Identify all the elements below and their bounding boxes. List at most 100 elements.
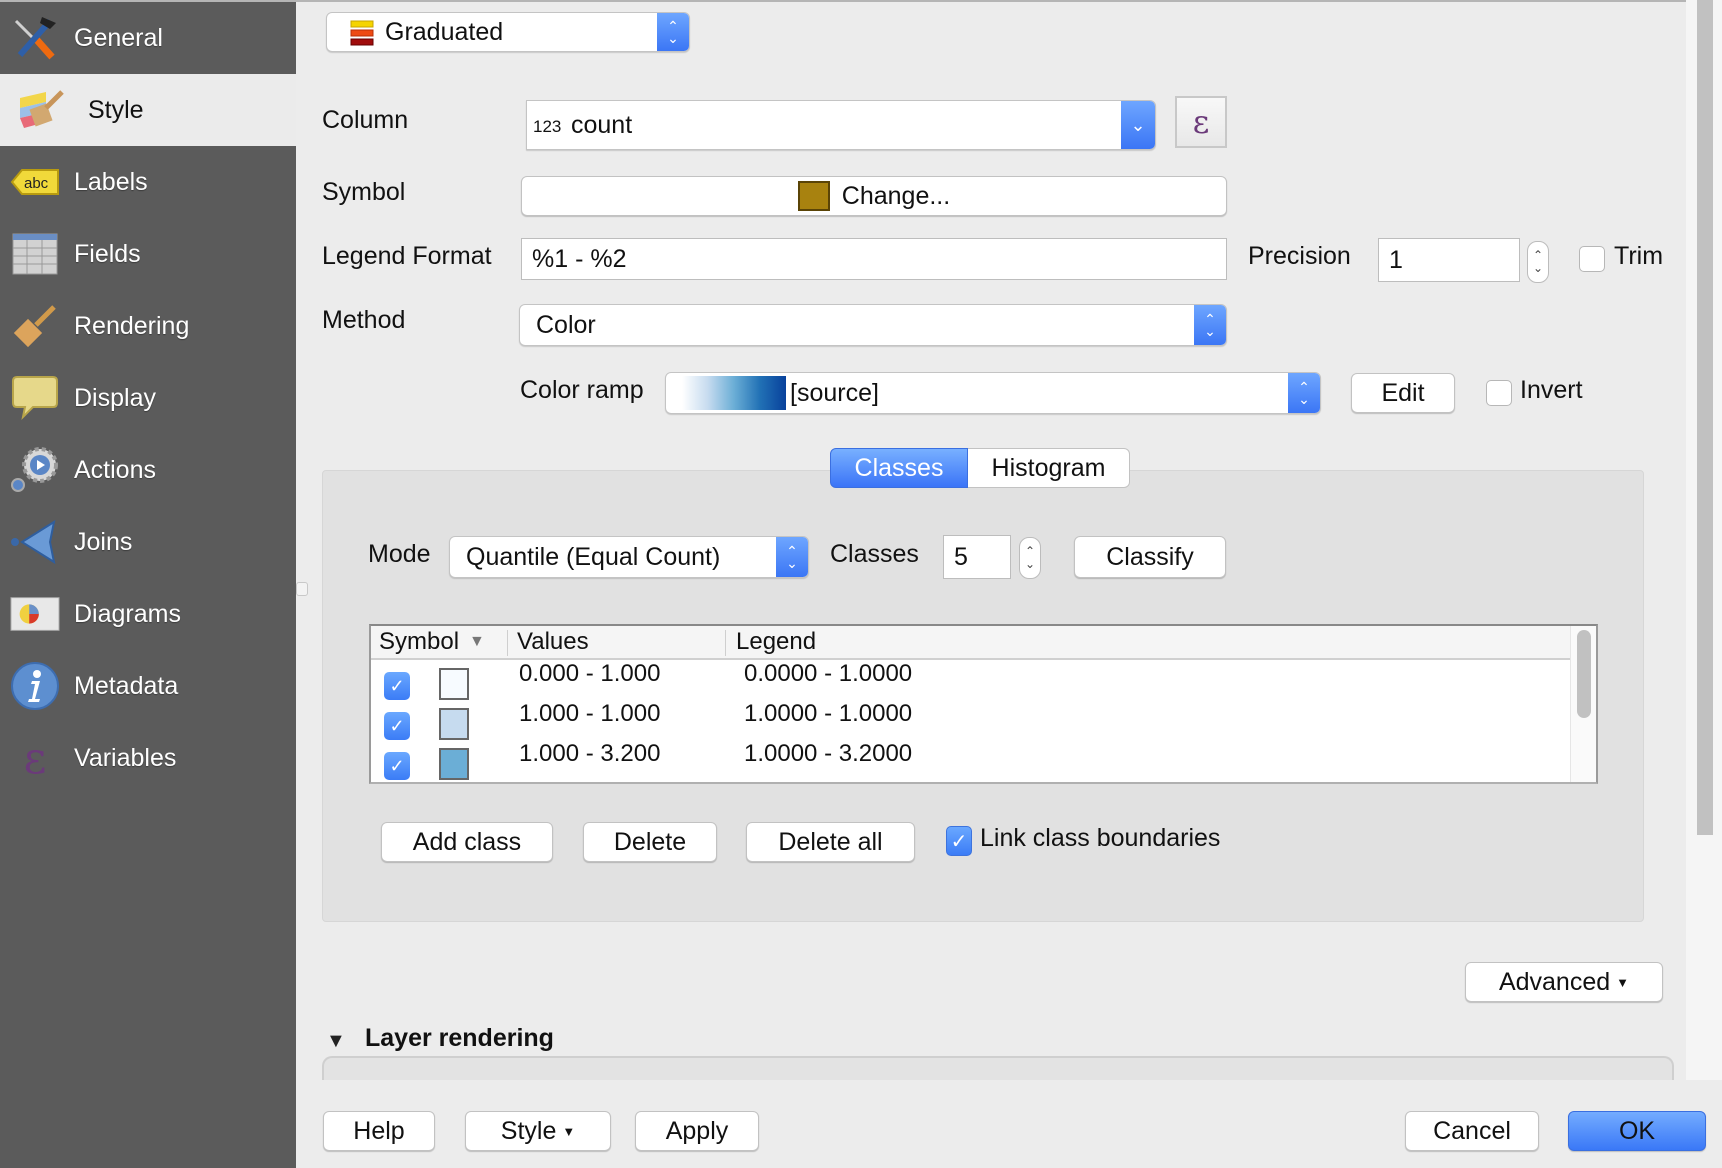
color-ramp-value: [source] bbox=[790, 378, 879, 407]
sidebar-item-fields[interactable]: Fields bbox=[0, 218, 296, 290]
class-legend[interactable]: 1.0000 - 3.2000 bbox=[744, 740, 912, 768]
column-header-symbol[interactable]: Symbol ▼ bbox=[379, 626, 485, 658]
main-scrollbar[interactable] bbox=[1686, 0, 1722, 1080]
delete-all-button[interactable]: Delete all bbox=[746, 822, 915, 862]
sidebar-item-variables[interactable]: ε Variables bbox=[0, 722, 296, 794]
link-class-boundaries-checkbox[interactable]: ✓ bbox=[946, 826, 972, 856]
table-fields-icon bbox=[10, 229, 60, 279]
sidebar-item-style[interactable]: Style bbox=[0, 74, 296, 146]
join-arrow-icon bbox=[10, 517, 60, 567]
sidebar-item-metadata[interactable]: Metadata bbox=[0, 650, 296, 722]
mode-value: Quantile (Equal Count) bbox=[466, 542, 721, 571]
cancel-button[interactable]: Cancel bbox=[1405, 1111, 1539, 1151]
tab-classes-label: Classes bbox=[854, 453, 944, 482]
delete-class-button[interactable]: Delete bbox=[583, 822, 717, 862]
style-menu-button[interactable]: Style ▼ bbox=[465, 1111, 611, 1151]
delete-label: Delete bbox=[613, 827, 687, 856]
sidebar-item-label: General bbox=[74, 23, 163, 52]
sidebar-item-label: Diagrams bbox=[74, 599, 181, 628]
style-label: Style bbox=[500, 1116, 557, 1145]
precision-label: Precision bbox=[1248, 242, 1351, 270]
sidebar-item-rendering[interactable]: Rendering bbox=[0, 290, 296, 362]
header-symbol-label: Symbol bbox=[379, 628, 460, 655]
column-divider[interactable] bbox=[507, 630, 508, 656]
advanced-button[interactable]: Advanced ▼ bbox=[1465, 962, 1663, 1002]
sidebar-item-label: Display bbox=[74, 383, 156, 412]
sidebar-item-actions[interactable]: Actions bbox=[0, 434, 296, 506]
class-color-swatch[interactable] bbox=[439, 748, 469, 780]
class-values[interactable]: 1.000 - 3.200 bbox=[519, 740, 660, 768]
class-legend[interactable]: 1.0000 - 1.0000 bbox=[744, 700, 912, 728]
svg-text:abc: abc bbox=[24, 175, 49, 192]
sidebar-item-general[interactable]: General bbox=[0, 2, 296, 74]
sidebar-item-labels[interactable]: abc Labels bbox=[0, 146, 296, 218]
splitter-handle[interactable] bbox=[296, 582, 308, 596]
change-symbol-label: Change... bbox=[841, 181, 951, 210]
trim-checkbox[interactable] bbox=[1579, 246, 1605, 272]
add-class-button[interactable]: Add class bbox=[381, 822, 553, 862]
select-stepper-icon: ⌃ ⌄ bbox=[1194, 305, 1226, 345]
sidebar-item-label: Actions bbox=[74, 455, 156, 484]
scrollbar-thumb[interactable] bbox=[1577, 630, 1591, 718]
method-label: Method bbox=[322, 306, 406, 334]
expression-button[interactable]: ε bbox=[1175, 96, 1227, 148]
precision-stepper[interactable]: ⌃ ⌄ bbox=[1527, 241, 1549, 283]
table-scrollbar[interactable] bbox=[1570, 626, 1596, 782]
select-stepper-icon: ⌃ ⌄ bbox=[1288, 373, 1320, 413]
row-visible-checkbox[interactable]: ✓ bbox=[384, 712, 410, 740]
brush-icon bbox=[10, 301, 60, 351]
row-visible-checkbox[interactable]: ✓ bbox=[384, 752, 410, 780]
gear-action-icon bbox=[10, 445, 60, 495]
tab-histogram[interactable]: Histogram bbox=[968, 448, 1130, 488]
table-row[interactable]: ✓ 0.000 - 1.000 0.0000 - 1.0000 bbox=[371, 660, 1571, 700]
column-label: Column bbox=[322, 106, 409, 134]
mode-select[interactable]: Quantile (Equal Count) ⌃ ⌄ bbox=[449, 536, 809, 578]
column-value: count bbox=[571, 110, 633, 139]
tab-classes[interactable]: Classes bbox=[830, 448, 968, 488]
renderer-select[interactable]: Graduated ⌃ ⌄ bbox=[326, 12, 690, 52]
sidebar: General Style abc Labels Fields Renderin… bbox=[0, 2, 296, 1168]
sidebar-item-display[interactable]: Display bbox=[0, 362, 296, 434]
legend-format-value: %1 - %2 bbox=[532, 244, 627, 273]
apply-button[interactable]: Apply bbox=[635, 1111, 759, 1151]
sidebar-item-joins[interactable]: Joins bbox=[0, 506, 296, 578]
collapse-triangle-icon[interactable]: ▼ bbox=[326, 1030, 346, 1053]
method-value: Color bbox=[536, 310, 596, 339]
precision-input[interactable]: 1 bbox=[1378, 238, 1520, 282]
sidebar-item-label: Rendering bbox=[74, 311, 190, 340]
change-symbol-button[interactable]: Change... bbox=[521, 176, 1227, 216]
dropdown-arrow-icon: ▼ bbox=[562, 1123, 576, 1139]
help-button[interactable]: Help bbox=[323, 1111, 435, 1151]
classes-count-input[interactable]: 5 bbox=[943, 535, 1011, 579]
class-values[interactable]: 1.000 - 1.000 bbox=[519, 700, 660, 728]
cancel-label: Cancel bbox=[1433, 1116, 1511, 1145]
sidebar-item-diagrams[interactable]: Diagrams bbox=[0, 578, 296, 650]
class-values[interactable]: 0.000 - 1.000 bbox=[519, 660, 660, 688]
class-legend[interactable]: 0.0000 - 1.0000 bbox=[744, 660, 912, 688]
dropdown-chevron-icon: ⌄ bbox=[1121, 101, 1155, 149]
classify-button[interactable]: Classify bbox=[1074, 536, 1226, 578]
method-select[interactable]: Color ⌃ ⌄ bbox=[519, 304, 1227, 346]
color-ramp-select[interactable]: [source] ⌃ ⌄ bbox=[665, 372, 1321, 414]
classes-label: Classes bbox=[830, 540, 919, 568]
table-row[interactable]: ✓ 1.000 - 3.200 1.0000 - 3.2000 bbox=[371, 740, 1571, 780]
help-label: Help bbox=[353, 1116, 405, 1145]
edit-ramp-button[interactable]: Edit bbox=[1351, 373, 1455, 413]
table-row[interactable]: ✓ 1.000 - 1.000 1.0000 - 1.0000 bbox=[371, 700, 1571, 740]
graduated-icon bbox=[349, 19, 375, 51]
column-header-legend[interactable]: Legend bbox=[736, 626, 816, 658]
legend-format-input[interactable]: %1 - %2 bbox=[521, 238, 1227, 280]
invert-label: Invert bbox=[1520, 376, 1583, 404]
ok-button[interactable]: OK bbox=[1568, 1111, 1706, 1151]
layer-rendering-header[interactable]: Layer rendering bbox=[365, 1024, 554, 1053]
main-scrollbar-thumb[interactable] bbox=[1697, 0, 1713, 835]
column-divider[interactable] bbox=[725, 630, 726, 656]
column-select[interactable]: 123 count ⌄ bbox=[526, 100, 1156, 150]
column-header-values[interactable]: Values bbox=[517, 626, 589, 658]
invert-checkbox[interactable] bbox=[1486, 380, 1512, 406]
row-visible-checkbox[interactable]: ✓ bbox=[384, 672, 410, 700]
class-color-swatch[interactable] bbox=[439, 708, 469, 740]
class-color-swatch[interactable] bbox=[439, 668, 469, 700]
classes-stepper[interactable]: ⌃ ⌄ bbox=[1019, 537, 1041, 579]
trim-label: Trim bbox=[1614, 242, 1664, 270]
